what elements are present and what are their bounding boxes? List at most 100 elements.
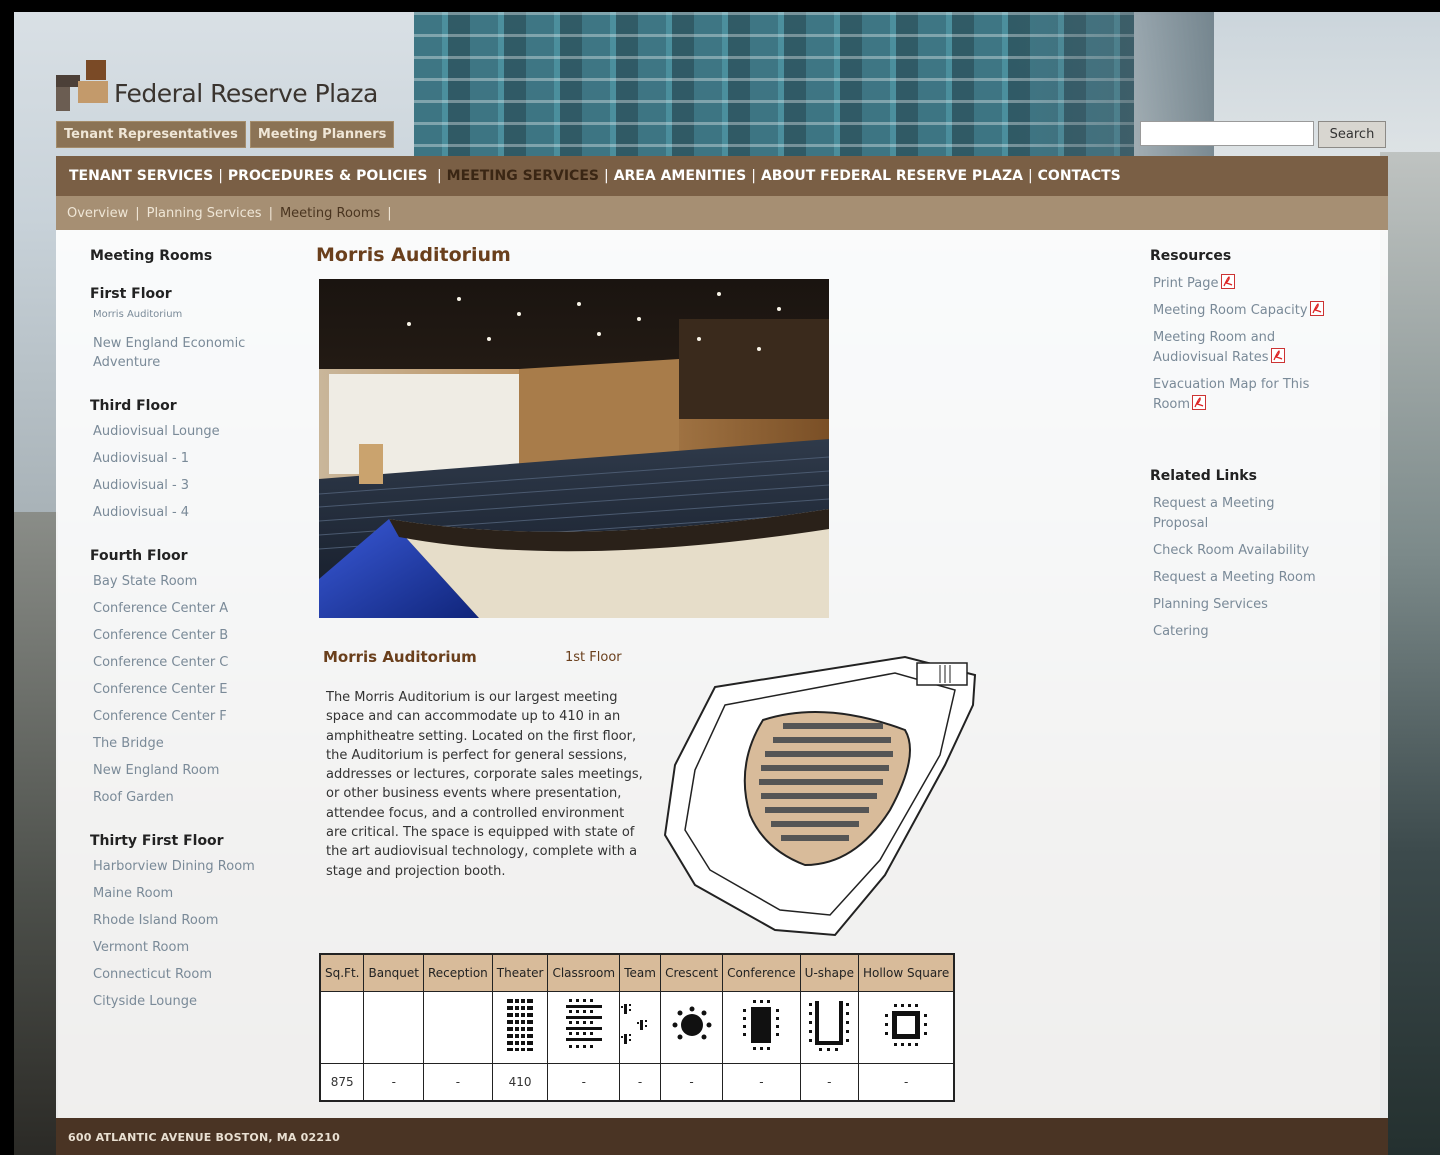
sidebar-item-audiovisual-3[interactable]: Audiovisual - 3 [93, 476, 290, 495]
value-u-shape: - [799, 1062, 859, 1102]
value-crescent: - [660, 1062, 724, 1102]
resource-link-label: Meeting Room and Audiovisual Rates [1153, 330, 1276, 365]
sidebar-item-harborview-dining-room[interactable]: Harborview Dining Room [93, 857, 290, 876]
col-header-conference: Conference [722, 953, 801, 992]
related-link-planning-services[interactable]: Planning Services [1153, 595, 1360, 615]
search-button[interactable]: Search [1318, 121, 1386, 148]
nav-separator: | [603, 168, 609, 184]
sidebar-section-first-floor: First Floor Morris Auditorium New Englan… [90, 286, 290, 372]
sidebar-item-audiovisual-1[interactable]: Audiovisual - 1 [93, 449, 290, 468]
subnav-separator: | [387, 205, 392, 221]
sidebar-item-roof-garden[interactable]: Roof Garden [93, 788, 290, 807]
nav-about[interactable]: ABOUT FEDERAL RESERVE PLAZA [761, 168, 1023, 184]
value-theater: 410 [491, 1062, 549, 1102]
sidebar-item-connecticut-room[interactable]: Connecticut Room [93, 965, 290, 984]
sidebar-item-conference-center-c[interactable]: Conference Center C [93, 653, 290, 672]
value-conference: - [722, 1062, 801, 1102]
subnav-planning-services[interactable]: Planning Services [147, 206, 262, 221]
related-link-catering[interactable]: Catering [1153, 622, 1360, 642]
sidebar-section-third-floor: Third Floor Audiovisual Lounge Audiovisu… [90, 398, 290, 522]
sidebar-heading: First Floor [90, 286, 172, 302]
sidebar-item-new-england-economic-adventure[interactable]: New England Economic Adventure [93, 334, 290, 372]
nav-contacts[interactable]: CONTACTS [1038, 168, 1121, 184]
search-input[interactable] [1140, 121, 1314, 146]
sidebar-item-conference-center-f[interactable]: Conference Center F [93, 707, 290, 726]
background-tower-shade [1014, 12, 1214, 172]
site-logo[interactable]: Federal Reserve Plaza [56, 60, 378, 116]
sidebar-item-bay-state-room[interactable]: Bay State Room [93, 572, 290, 591]
sidebar-item-new-england-room[interactable]: New England Room [93, 761, 290, 780]
sidebar-item-the-bridge[interactable]: The Bridge [93, 734, 290, 753]
subnav-separator: | [268, 205, 273, 221]
col-header-hollow-square: Hollow Square [857, 953, 955, 992]
subnav-meeting-rooms[interactable]: Meeting Rooms [280, 206, 380, 221]
sidebar-item-rhode-island-room[interactable]: Rhode Island Room [93, 911, 290, 930]
background-building-right [1380, 152, 1440, 1155]
subnav-separator: | [135, 205, 140, 221]
resources-heading: Resources [1150, 248, 1232, 264]
capacity-values-row: 875 - - 410 - - - - - - [319, 1062, 955, 1102]
room-floor: 1st Floor [565, 650, 622, 665]
background-building-left [14, 512, 58, 1155]
tab-meeting-planners[interactable]: Meeting Planners [249, 121, 395, 148]
table-cell [722, 990, 801, 1064]
nav-meeting-services[interactable]: MEETING SERVICES [447, 168, 599, 184]
resource-link-label: Print Page [1153, 276, 1219, 291]
col-header-reception: Reception [423, 953, 493, 992]
related-link-check-availability[interactable]: Check Room Availability [1153, 541, 1360, 561]
sidebar-item-conference-center-e[interactable]: Conference Center E [93, 680, 290, 699]
table-cell [857, 990, 955, 1064]
theater-layout-icon [507, 997, 534, 1053]
sidebar-section-thirty-first-floor: Thirty First Floor Harborview Dining Roo… [90, 833, 290, 1011]
col-header-sqft: Sq.Ft. [319, 953, 365, 992]
tab-tenant-representatives[interactable]: Tenant Representatives [56, 121, 246, 148]
value-team: - [619, 1062, 662, 1102]
sidebar-item-morris-auditorium[interactable]: Morris Auditorium [93, 310, 290, 320]
related-link-request-proposal[interactable]: Request a Meeting Proposal [1153, 494, 1303, 534]
resource-link-rates[interactable]: Meeting Room and Audiovisual Rates [1153, 328, 1313, 368]
hollow-square-layout-icon [885, 1004, 928, 1046]
nav-tenant-services[interactable]: TENANT SERVICES [69, 168, 213, 184]
table-cell [799, 990, 859, 1064]
team-layout-icon [621, 1004, 648, 1044]
classroom-layout-icon [565, 999, 602, 1048]
nav-procedures-policies[interactable]: PROCEDURES & POLICIES [228, 168, 428, 184]
u-shape-layout-icon [809, 1001, 850, 1051]
sidebar-item-audiovisual-4[interactable]: Audiovisual - 4 [93, 503, 290, 522]
resource-link-print-page[interactable]: Print Page [1153, 274, 1360, 294]
table-cell [660, 990, 724, 1064]
sidebar-item-maine-room[interactable]: Maine Room [93, 884, 290, 903]
sidebar-title: Meeting Rooms [90, 248, 213, 264]
related-link-request-room[interactable]: Request a Meeting Room [1153, 568, 1360, 588]
sidebar-item-vermont-room[interactable]: Vermont Room [93, 938, 290, 957]
main-nav: TENANT SERVICES | PROCEDURES & POLICIES … [56, 156, 1388, 196]
col-header-theater: Theater [491, 953, 549, 992]
related-links-heading: Related Links [1150, 468, 1257, 484]
table-cell [319, 990, 365, 1064]
audience-tabs: Tenant Representatives Meeting Planners [56, 121, 395, 148]
subnav-overview[interactable]: Overview [67, 206, 128, 221]
search-bar: Search [1140, 121, 1386, 148]
crescent-layout-icon [672, 1006, 712, 1040]
nav-separator: | [218, 168, 223, 184]
nav-separator: | [432, 168, 442, 184]
value-reception: - [423, 1062, 493, 1102]
nav-separator: | [751, 168, 756, 184]
resource-link-meeting-room-capacity[interactable]: Meeting Room Capacity [1153, 301, 1360, 321]
pdf-icon [1309, 301, 1324, 316]
sidebar-heading: Third Floor [90, 398, 177, 414]
table-cell [423, 990, 493, 1064]
sidebar-item-cityside-lounge[interactable]: Cityside Lounge [93, 992, 290, 1011]
resource-link-evacuation-map[interactable]: Evacuation Map for This Room [1153, 375, 1333, 415]
sidebar-item-conference-center-a[interactable]: Conference Center A [93, 599, 290, 618]
nav-area-amenities[interactable]: AREA AMENITIES [614, 168, 747, 184]
resource-link-label: Evacuation Map for This Room [1153, 377, 1310, 412]
pdf-icon [1270, 348, 1285, 363]
col-header-banquet: Banquet [363, 953, 424, 992]
resources-sidebar: Resources Print Page Meeting Room Capaci… [1150, 248, 1360, 649]
sidebar-item-conference-center-b[interactable]: Conference Center B [93, 626, 290, 645]
sidebar-item-audiovisual-lounge[interactable]: Audiovisual Lounge [93, 422, 290, 441]
table-cell [619, 990, 662, 1064]
nav-separator: | [1027, 168, 1033, 184]
